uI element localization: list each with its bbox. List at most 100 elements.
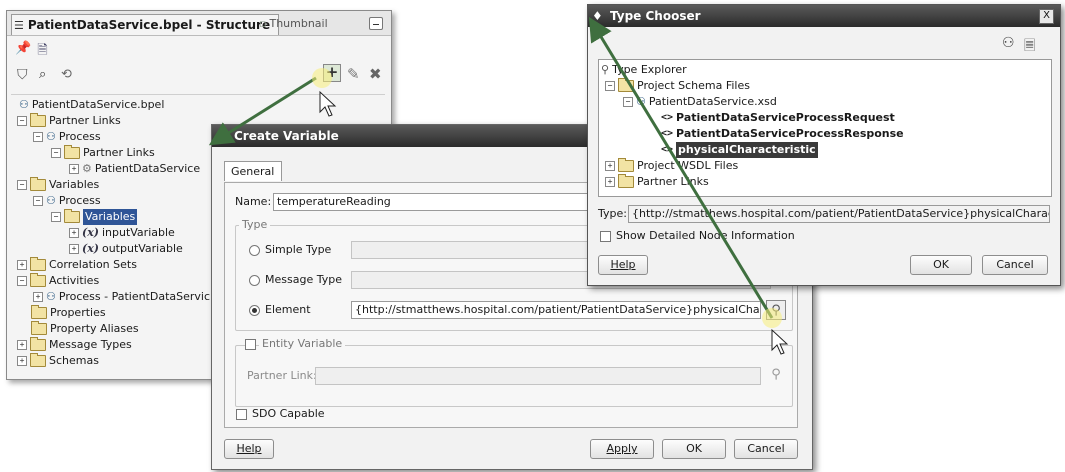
expand-toggle[interactable]: + (605, 177, 615, 187)
tree-node-message-types[interactable]: + Message Types (17, 337, 132, 353)
tree-node-label: Properties (50, 306, 106, 319)
minimize-button[interactable] (369, 17, 383, 30)
show-detailed-checkbox[interactable] (600, 231, 611, 242)
collapse-toggle[interactable]: − (17, 180, 27, 190)
collapse-toggle[interactable]: − (605, 81, 615, 91)
tree-node-label: Partner Links (637, 175, 709, 188)
element-icon: <> (661, 112, 674, 123)
tree-node-outputvariable[interactable]: + (x) outputVariable (69, 241, 183, 257)
tree-node-partner-links[interactable]: + Partner Links (605, 174, 709, 190)
tree-node-partner-links[interactable]: − Partner Links (17, 113, 121, 129)
tree-node-label: Correlation Sets (49, 258, 137, 271)
tab-general[interactable]: General (224, 161, 282, 181)
tree-node-label: Process (58, 130, 101, 143)
tree-node-variables-selected[interactable]: − Variables (51, 209, 138, 225)
tree-node-bpel[interactable]: ⚇ PatientDataService.bpel (19, 97, 164, 113)
simple-type-label: Simple Type (265, 243, 332, 256)
sdo-capable-checkbox[interactable] (236, 409, 247, 420)
collapse-toggle[interactable]: − (51, 148, 61, 158)
tree-node-patientdataservice[interactable]: + ⚙ PatientDataService (69, 161, 200, 177)
ok-button-label: OK (933, 258, 949, 271)
tab-structure[interactable]: ☰ PatientDataService.bpel - Structure (11, 14, 280, 35)
help-button[interactable]: Help (224, 439, 274, 459)
add-icon[interactable]: + (323, 64, 341, 82)
expand-toggle[interactable]: + (33, 292, 43, 302)
tree-node-inputvariable[interactable]: + (x) inputVariable (69, 225, 175, 241)
browse-element-button[interactable]: ⚲ (766, 300, 786, 320)
tree-node-partner-links-inner[interactable]: − Partner Links (51, 145, 155, 161)
apply-button[interactable]: Apply (590, 439, 654, 459)
tree-node-process-2[interactable]: − ⚇ Process (33, 193, 101, 209)
element-label: Element (265, 303, 311, 316)
type-chooser-dialog: ♦ Type Chooser X ⚇ 🗏 ⚲ Type Explorer − P… (587, 4, 1061, 286)
tree-node-variables[interactable]: − Variables (17, 177, 99, 193)
expand-toggle[interactable]: + (605, 161, 615, 171)
expand-toggle[interactable]: + (17, 340, 27, 350)
binoculars-icon[interactable]: ⌕ (39, 67, 46, 82)
element-field[interactable]: {http://stmatthews.hospital.com/patient/… (351, 301, 761, 319)
collapse-toggle[interactable]: − (33, 196, 43, 206)
dialog-app-icon: ♦ (216, 129, 227, 143)
tree-node-process-activity[interactable]: + ⚇ Process - PatientDataServic (33, 289, 210, 305)
folder-icon (30, 337, 46, 351)
tree-node-label: Property Aliases (50, 322, 139, 335)
process-icon: ⚇ (46, 290, 56, 303)
close-button[interactable]: X (1039, 9, 1054, 24)
tree-node-property-aliases[interactable]: Property Aliases (31, 321, 139, 337)
sync-icon[interactable]: ⟲ (61, 67, 72, 82)
folder-icon (30, 353, 46, 367)
cancel-button[interactable]: Cancel (982, 255, 1048, 275)
tree-node-correlation-sets[interactable]: + Correlation Sets (17, 257, 137, 273)
freeze-icon[interactable]: 🗎 (37, 41, 47, 63)
help-button[interactable]: Help (598, 255, 648, 275)
partner-link-label: Partner Link: (247, 369, 317, 382)
entity-variable-checkbox[interactable] (245, 339, 256, 350)
tree-node-process[interactable]: − ⚇ Process (33, 129, 101, 145)
tree-node-project-wsdl-files[interactable]: + Project WSDL Files (605, 158, 738, 174)
expand-toggle[interactable]: + (17, 260, 27, 270)
ok-button-label: OK (686, 442, 702, 455)
collapse-toggle[interactable]: − (17, 276, 27, 286)
tree-node-xsd[interactable]: − ⚇ PatientDataService.xsd (623, 94, 777, 110)
dialog-title: Type Chooser (610, 9, 701, 23)
hierarchy-icon[interactable]: ⚇ (1002, 35, 1015, 51)
folder-icon (31, 321, 47, 335)
message-type-radio[interactable] (249, 275, 260, 286)
edit-icon[interactable]: ✎ (347, 65, 360, 83)
ok-button[interactable]: OK (910, 255, 972, 275)
pin-icon[interactable]: 📌 (15, 41, 31, 63)
cancel-button[interactable]: Cancel (734, 439, 798, 459)
tree-node-response[interactable]: <> PatientDataServiceProcessResponse (661, 126, 904, 142)
collapse-toggle[interactable]: − (17, 116, 27, 126)
tree-node-label: PatientDataServiceProcessRequest (676, 111, 895, 124)
tab-thumbnail-label: Thumbnail (269, 17, 328, 30)
simple-type-radio[interactable] (249, 245, 260, 256)
type-explorer-tree: ⚲ Type Explorer − Project Schema Files −… (598, 59, 1052, 197)
delete-icon[interactable]: ✖ (369, 65, 382, 83)
tree-node-schemas[interactable]: + Schemas (17, 353, 99, 369)
tab-thumbnail[interactable]: ▫ Thumbnail (259, 17, 328, 30)
tree-node-physical-characteristic[interactable]: <> physicalCharacteristic (661, 142, 818, 158)
folder-icon (30, 113, 46, 127)
collapse-toggle[interactable]: − (51, 212, 61, 222)
tree-node-properties[interactable]: Properties (31, 305, 106, 321)
tree-node-project-schema-files[interactable]: − Project Schema Files (605, 78, 750, 94)
expand-toggle[interactable]: + (17, 356, 27, 366)
tree-node-activities[interactable]: − Activities (17, 273, 99, 289)
element-radio[interactable] (249, 305, 260, 316)
expand-toggle[interactable]: + (69, 164, 79, 174)
dialog-title-bar: ♦ Type Chooser (588, 5, 1060, 27)
show-detailed-label: Show Detailed Node Information (616, 229, 795, 242)
schema-icon[interactable]: 🗏 (1024, 35, 1035, 59)
collapse-toggle[interactable]: − (33, 132, 43, 142)
filter-icon[interactable]: ⛉ (17, 67, 28, 83)
message-type-label: Message Type (265, 273, 342, 286)
tree-node-type-explorer[interactable]: ⚲ Type Explorer (601, 62, 687, 78)
expand-toggle[interactable]: + (69, 228, 79, 238)
collapse-toggle[interactable]: − (623, 97, 633, 107)
search-icon: ⚲ (771, 367, 781, 382)
tree-node-request[interactable]: <> PatientDataServiceProcessRequest (661, 110, 895, 126)
expand-toggle[interactable]: + (69, 244, 79, 254)
ok-button[interactable]: OK (662, 439, 726, 459)
type-field: {http://stmatthews.hospital.com/patient/… (628, 205, 1050, 223)
